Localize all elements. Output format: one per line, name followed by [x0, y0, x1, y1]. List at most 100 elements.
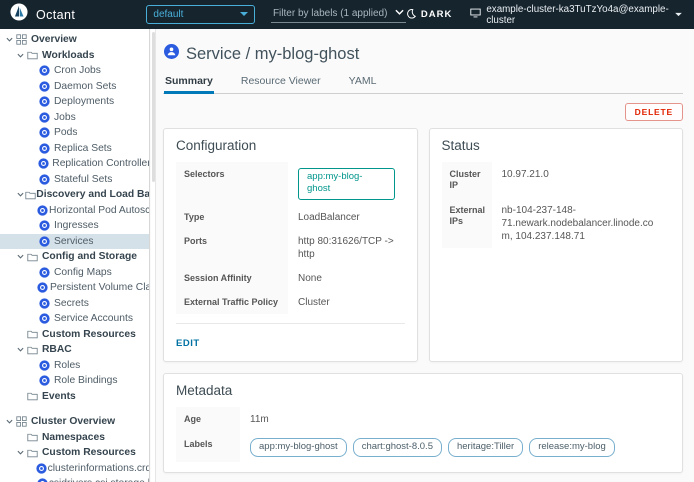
sidebar-item-discovery-and-load-balancing[interactable]: Discovery and Load Balancing	[0, 187, 149, 203]
sidebar-item-cluster-overview[interactable]: Cluster Overview	[0, 414, 149, 430]
sidebar-item-service-accounts[interactable]: Service Accounts	[0, 311, 149, 327]
resource-icon	[39, 174, 54, 185]
edit-link[interactable]: EDIT	[176, 338, 200, 349]
sidebar-item-config-and-storage[interactable]: Config and Storage	[0, 249, 149, 265]
scrollbar-thumb[interactable]	[152, 32, 155, 182]
chevron-down-icon[interactable]	[16, 252, 27, 261]
main-content: Service / my-blog-ghost Summary Resource …	[157, 29, 694, 482]
sidebar-item-persistent-volume-claims[interactable]: Persistent Volume Claims	[0, 280, 149, 296]
sidebar-item-custom-resources[interactable]: Custom Resources	[0, 445, 149, 461]
sidebar-item-label: Custom Resources	[42, 447, 136, 458]
sidebar-item-label: Pods	[54, 127, 77, 138]
type-value: LoadBalancer	[288, 205, 405, 229]
sidebar-item-label: Secrets	[54, 298, 89, 309]
resource-icon	[39, 220, 54, 231]
folder-icon	[27, 50, 42, 60]
sidebar-item-namespaces[interactable]: Namespaces	[0, 430, 149, 446]
sidebar-item-roles[interactable]: Roles	[0, 358, 149, 374]
sidebar-item-stateful-sets[interactable]: Stateful Sets	[0, 172, 149, 188]
resource-icon	[39, 96, 54, 107]
ports-value: http 80:31626/TCP -> http	[288, 229, 405, 266]
label-filter-input[interactable]: Filter by labels (1 applied)	[271, 6, 406, 23]
service-icon	[164, 44, 179, 64]
sidebar-item-label: Cluster Overview	[31, 416, 115, 427]
external-traffic-policy-value: Cluster	[288, 290, 405, 314]
chevron-down-icon[interactable]	[5, 417, 16, 426]
sidebar-item-csidrivers-csi-storage-k8s-io[interactable]: csidrivers.csi.storage.k8s.io	[0, 476, 149, 482]
sidebar-item-label: Horizontal Pod Autoscalers	[49, 205, 149, 216]
sidebar-item-daemon-sets[interactable]: Daemon Sets	[0, 79, 149, 95]
sidebar-item-label: Namespaces	[42, 432, 105, 443]
metadata-card: Metadata Age 11m Labels app:my-blog-ghos…	[163, 373, 683, 473]
folder-icon	[27, 391, 42, 401]
chevron-down-icon[interactable]	[395, 8, 404, 19]
sidebar-item-config-maps[interactable]: Config Maps	[0, 265, 149, 281]
sidebar-nav: Overview Workloads Cron Jobs Daemon Sets Dep…	[0, 29, 150, 482]
labels-label: Labels	[176, 432, 240, 462]
sidebar-item-role-bindings[interactable]: Role Bindings	[0, 373, 149, 389]
sidebar-item-secrets[interactable]: Secrets	[0, 296, 149, 312]
sidebar-item-replica-sets[interactable]: Replica Sets	[0, 141, 149, 157]
dark-label: DARK	[421, 9, 452, 20]
sidebar-item-cron-jobs[interactable]: Cron Jobs	[0, 63, 149, 79]
metadata-label-badge[interactable]: release:my-blog	[529, 438, 615, 457]
chevron-down-icon[interactable]	[5, 35, 16, 44]
sidebar-item-label: Stateful Sets	[54, 174, 112, 185]
folder-icon	[27, 448, 42, 458]
status-title: Status	[442, 138, 671, 153]
resource-icon	[38, 158, 52, 169]
sidebar-item-horizontal-pod-autoscalers[interactable]: Horizontal Pod Autoscalers	[0, 203, 149, 219]
metadata-rows: Age 11m Labels app:my-blog-ghostchart:gh…	[176, 407, 670, 462]
metadata-label-badge[interactable]: app:my-blog-ghost	[250, 438, 347, 457]
namespace-value: default	[153, 9, 183, 20]
sidebar-item-label: Roles	[54, 360, 80, 371]
tab-yaml[interactable]: YAML	[348, 73, 378, 93]
chevron-down-icon[interactable]	[16, 190, 25, 199]
namespace-select[interactable]: default	[146, 5, 255, 24]
sidebar-item-overview[interactable]: Overview	[0, 32, 149, 48]
tab-resource-viewer[interactable]: Resource Viewer	[240, 73, 322, 93]
page-head: Service / my-blog-ghost	[164, 44, 683, 64]
sidebar-item-label: Replication Controllers	[52, 158, 149, 169]
sidebar-item-label: Deployments	[54, 96, 114, 107]
sidebar-item-label: Workloads	[42, 50, 94, 61]
dark-mode-toggle[interactable]: DARK	[406, 8, 452, 22]
delete-button[interactable]: DELETE	[625, 103, 683, 121]
app-header: Octant default Filter by labels (1 appli…	[0, 0, 694, 29]
sidebar-scrollbar[interactable]	[151, 29, 156, 482]
sidebar-item-label: Discovery and Load Balancing	[36, 189, 149, 200]
sidebar-item-deployments[interactable]: Deployments	[0, 94, 149, 110]
sidebar-item-custom-resources[interactable]: Custom Resources	[0, 327, 149, 343]
resource-icon	[39, 81, 54, 92]
selectors-value: app:my-blog-ghost	[288, 162, 405, 205]
sidebar-item-ingresses[interactable]: Ingresses	[0, 218, 149, 234]
external-traffic-policy-label: External Traffic Policy	[176, 290, 288, 314]
resource-icon	[39, 143, 54, 154]
metadata-label-badge[interactable]: heritage:Tiller	[448, 438, 523, 457]
external-ips-label: External IPs	[442, 198, 492, 248]
resource-icon	[39, 127, 54, 138]
cluster-context-selector[interactable]: example-cluster-ka3TuTzYo4a@example-clus…	[470, 4, 682, 26]
chevron-down-icon[interactable]	[16, 51, 27, 60]
sidebar-item-events[interactable]: Events	[0, 389, 149, 405]
selector-label-badge[interactable]: app:my-blog-ghost	[298, 168, 395, 200]
sidebar-item-services[interactable]: Services	[0, 234, 149, 250]
folder-icon	[25, 190, 36, 200]
sidebar-item-pods[interactable]: Pods	[0, 125, 149, 141]
tab-summary[interactable]: Summary	[164, 73, 214, 93]
type-label: Type	[176, 205, 288, 229]
resource-icon	[39, 267, 54, 278]
sidebar-item-replication-controllers[interactable]: Replication Controllers	[0, 156, 149, 172]
sidebar-item-workloads[interactable]: Workloads	[0, 48, 149, 64]
sidebar-item-label: Config Maps	[54, 267, 112, 278]
metadata-label-badge[interactable]: chart:ghost-8.0.5	[353, 438, 442, 457]
resource-icon	[37, 205, 49, 216]
folder-icon	[27, 329, 42, 339]
sidebar-item-clusterinformations-crd-projec[interactable]: clusterinformations.crd.projec	[0, 461, 149, 477]
sidebar-item-label: Daemon Sets	[54, 81, 116, 92]
sidebar-item-jobs[interactable]: Jobs	[0, 110, 149, 126]
chevron-down-icon[interactable]	[16, 345, 27, 354]
octant-logo-icon	[10, 3, 28, 26]
sidebar-item-rbac[interactable]: RBAC	[0, 342, 149, 358]
chevron-down-icon[interactable]	[16, 448, 27, 457]
